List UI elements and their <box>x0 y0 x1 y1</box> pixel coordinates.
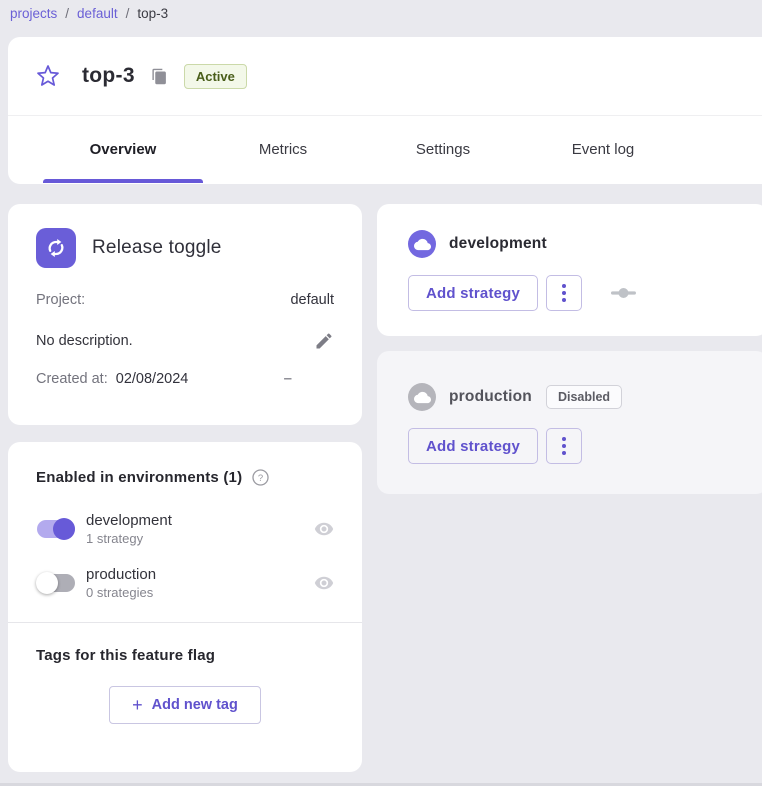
environment-strategy-count: 0 strategies <box>86 584 314 601</box>
production-toggle[interactable] <box>36 571 76 595</box>
environment-name: development <box>86 511 314 530</box>
production-cloud-icon <box>408 383 436 411</box>
tab-metrics-label: Metrics <box>259 141 307 158</box>
breadcrumb: projects / default / top-3 <box>0 0 762 37</box>
kebab-dot <box>562 437 566 441</box>
collapse-icon[interactable]: – <box>284 374 292 384</box>
panel-environment-name: production <box>449 388 532 406</box>
add-strategy-button[interactable]: Add strategy <box>408 275 538 311</box>
add-new-tag-label: Add new tag <box>152 697 238 713</box>
environment-row-development: development 1 strategy <box>36 511 334 547</box>
environment-name: production <box>86 565 314 584</box>
left-column: Release toggle Project: default No descr… <box>8 204 362 772</box>
toggle-thumb <box>53 518 75 540</box>
kebab-dot <box>562 291 566 295</box>
page-title: top-3 <box>82 64 135 88</box>
enabled-environments-section: Enabled in environments (1) ? deve <box>8 468 362 601</box>
environment-menu-kebab-button[interactable] <box>546 428 582 464</box>
tags-section: Tags for this feature flag + Add new tag <box>8 623 362 724</box>
created-row: Created at: 02/08/2024 – <box>36 371 334 387</box>
breadcrumb-current: top-3 <box>137 6 168 21</box>
feature-header-card: top-3 Active Overview Metrics Settings E… <box>8 37 762 184</box>
copy-name-icon[interactable] <box>151 68 168 85</box>
feature-tabs: Overview Metrics Settings Event log <box>8 116 762 183</box>
description-text: No description. <box>36 333 133 349</box>
disabled-badge: Disabled <box>546 385 622 409</box>
panel-environment-name: development <box>449 235 547 253</box>
svg-text:?: ? <box>258 473 263 484</box>
tab-settings[interactable]: Settings <box>363 116 523 183</box>
toggle-thumb <box>36 572 58 594</box>
environment-panel-development: development Add strategy <box>377 204 762 336</box>
release-toggle-icon <box>36 228 76 268</box>
project-label: Project: <box>36 292 85 308</box>
status-badge: Active <box>184 64 247 89</box>
enabled-environments-title: Enabled in environments (1) <box>36 469 242 486</box>
tab-settings-label: Settings <box>416 141 470 158</box>
kebab-dot <box>562 451 566 455</box>
tab-overview[interactable]: Overview <box>43 116 203 183</box>
environments-card: Enabled in environments (1) ? deve <box>8 442 362 772</box>
breadcrumb-link-default[interactable]: default <box>77 6 118 21</box>
kebab-dot <box>562 284 566 288</box>
feature-type-label: Release toggle <box>92 237 222 259</box>
tab-metrics[interactable]: Metrics <box>203 116 363 183</box>
add-strategy-button[interactable]: Add strategy <box>408 428 538 464</box>
kebab-dot <box>562 298 566 302</box>
created-value: 02/08/2024 <box>116 371 189 387</box>
right-column: development Add strategy <box>377 204 762 772</box>
active-tab-indicator <box>43 179 203 183</box>
description-row: No description. <box>36 331 334 351</box>
plus-icon: + <box>132 695 143 716</box>
breadcrumb-link-projects[interactable]: projects <box>10 6 57 21</box>
breadcrumb-separator: / <box>65 6 69 21</box>
visibility-eye-icon[interactable] <box>314 519 334 539</box>
kebab-dot <box>562 444 566 448</box>
development-toggle[interactable] <box>36 517 76 541</box>
environment-strategy-count: 1 strategy <box>86 530 314 547</box>
edit-description-icon[interactable] <box>314 331 334 351</box>
environment-menu-kebab-button[interactable] <box>546 275 582 311</box>
feature-details-card: Release toggle Project: default No descr… <box>8 204 362 425</box>
environment-row-production: production 0 strategies <box>36 565 334 601</box>
breadcrumb-separator: / <box>126 6 130 21</box>
help-icon[interactable]: ? <box>251 468 270 487</box>
project-row: Project: default <box>36 292 334 308</box>
created-label: Created at: <box>36 371 108 387</box>
tab-event-log[interactable]: Event log <box>523 116 683 183</box>
feature-type-row: Release toggle <box>36 228 334 268</box>
environment-panel-production: production Disabled Add strategy <box>377 351 762 494</box>
tab-event-log-label: Event log <box>572 141 635 158</box>
overview-content: Release toggle Project: default No descr… <box>8 204 754 772</box>
favorite-star-icon[interactable] <box>36 64 60 88</box>
project-value: default <box>290 292 334 308</box>
feature-title-row: top-3 Active <box>8 37 762 116</box>
lifecycle-icon[interactable] <box>611 283 636 303</box>
add-new-tag-button[interactable]: + Add new tag <box>109 686 261 724</box>
visibility-eye-icon[interactable] <box>314 573 334 593</box>
tab-overview-label: Overview <box>90 141 157 158</box>
development-cloud-icon <box>408 230 436 258</box>
tags-title: Tags for this feature flag <box>36 647 334 664</box>
